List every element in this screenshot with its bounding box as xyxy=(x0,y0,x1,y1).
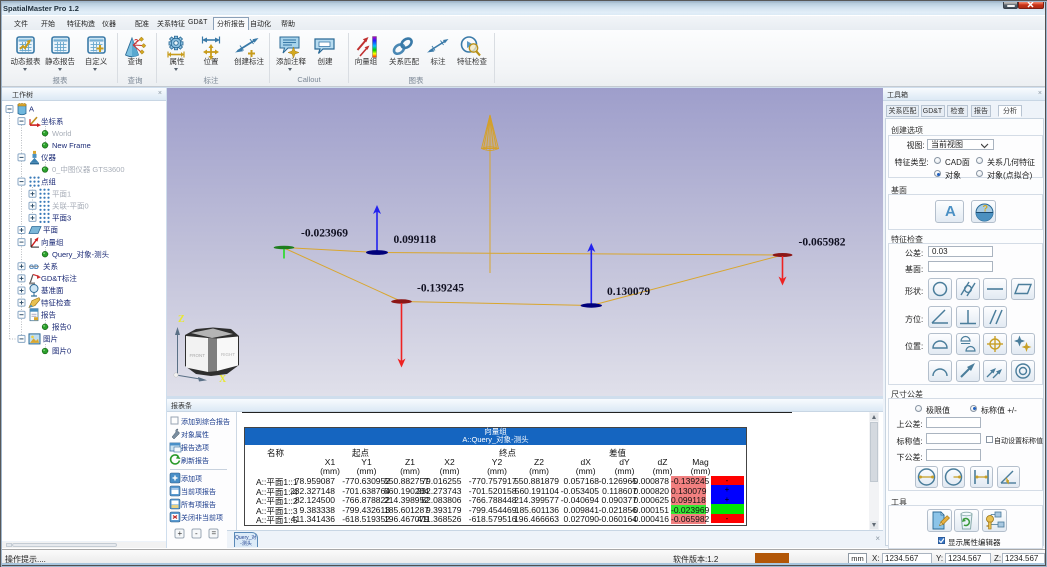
svg-text:Query_对象-测头: Query_对象-测头 xyxy=(52,249,110,259)
svg-text:FRONT: FRONT xyxy=(190,353,206,358)
svg-text:坐标系: 坐标系 xyxy=(41,116,64,126)
svg-text:关联-平面0: 关联-平面0 xyxy=(52,201,89,211)
svg-text:当前项报告: 当前项报告 xyxy=(181,487,216,496)
svg-text:向量组: 向量组 xyxy=(41,237,64,247)
svg-text:关系: 关系 xyxy=(43,261,58,271)
svg-text:?: ? xyxy=(982,203,988,213)
svg-text:GD: GD xyxy=(29,264,39,271)
svg-text:所有项报告: 所有项报告 xyxy=(181,500,216,509)
svg-text:RIGHT: RIGHT xyxy=(221,352,235,357)
svg-text:+: + xyxy=(178,529,183,538)
svg-text:仪器: 仪器 xyxy=(41,153,56,162)
svg-text:World: World xyxy=(52,129,71,138)
svg-text:-0.023969: -0.023969 xyxy=(301,228,348,240)
svg-text:New Frame: New Frame xyxy=(52,141,91,150)
svg-text:报告选项: 报告选项 xyxy=(181,443,209,452)
svg-text:对象属性: 对象属性 xyxy=(181,430,209,439)
svg-text:特征检查: 特征检查 xyxy=(41,297,71,307)
svg-text:关闭非当前项: 关闭非当前项 xyxy=(181,513,223,522)
svg-text:-: - xyxy=(195,529,198,538)
svg-text:图片0: 图片0 xyxy=(52,346,71,356)
svg-text:点组: 点组 xyxy=(41,176,56,186)
svg-text:平面1: 平面1 xyxy=(52,189,71,198)
svg-text:0.099118: 0.099118 xyxy=(394,234,437,246)
svg-text:A: A xyxy=(29,105,34,114)
svg-text:平面3: 平面3 xyxy=(52,214,71,223)
svg-text:0_中图仪器 GTS3600: 0_中图仪器 GTS3600 xyxy=(52,164,125,174)
svg-text:Z: Z xyxy=(178,314,185,325)
svg-text:添加到综合报告: 添加到综合报告 xyxy=(181,417,230,426)
svg-text:基准面: 基准面 xyxy=(41,285,64,295)
svg-text:=: = xyxy=(212,529,217,538)
svg-text:X: X xyxy=(219,374,227,385)
svg-text:刷新报告: 刷新报告 xyxy=(181,456,209,465)
svg-text:?: ? xyxy=(134,39,138,46)
svg-text:报告: 报告 xyxy=(41,309,56,319)
svg-text:图片: 图片 xyxy=(43,334,58,344)
svg-text:GD&T标注: GD&T标注 xyxy=(41,273,77,283)
svg-text:-0.139245: -0.139245 xyxy=(417,283,464,295)
svg-text:0.130079: 0.130079 xyxy=(607,286,650,298)
svg-text:-0.065982: -0.065982 xyxy=(799,237,846,249)
svg-text:平面: 平面 xyxy=(43,226,58,235)
svg-text:报告0: 报告0 xyxy=(52,322,71,332)
svg-text:添加项: 添加项 xyxy=(181,474,202,483)
